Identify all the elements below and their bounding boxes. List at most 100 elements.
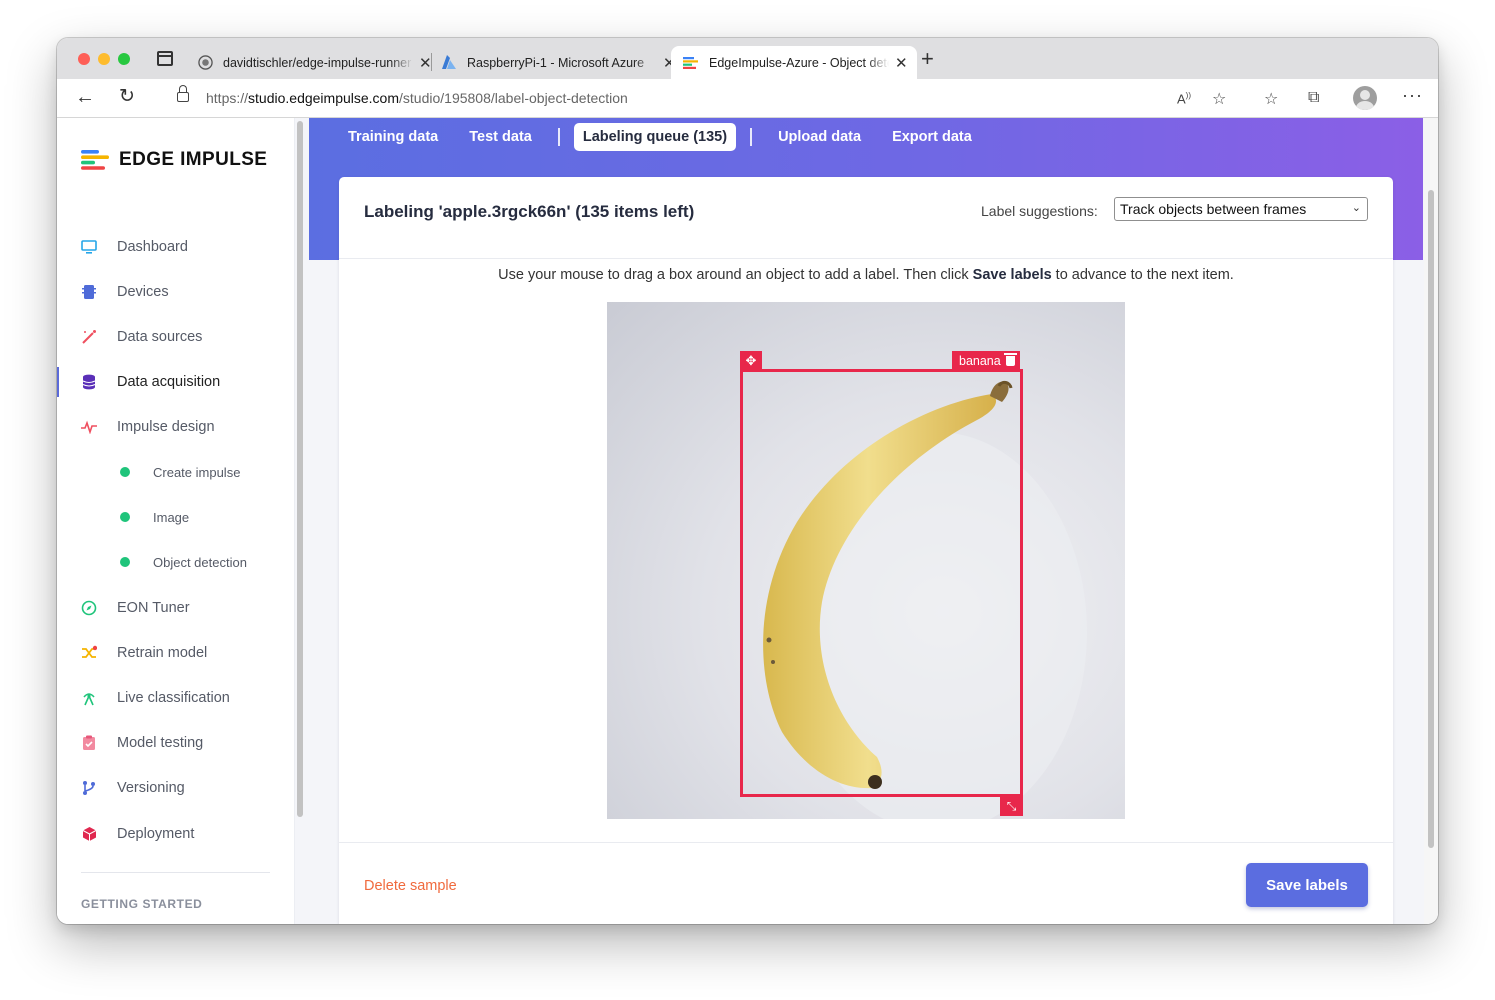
close-tab-icon[interactable]: ✕ xyxy=(419,54,432,72)
sidebar-item-impulse-design[interactable]: Impulse design xyxy=(57,412,295,442)
compass-icon xyxy=(81,600,97,616)
url-prefix: https:// xyxy=(206,90,249,106)
move-icon[interactable]: ✥ xyxy=(740,351,762,371)
tab-actions-icon[interactable] xyxy=(157,51,173,66)
sidebar-item-label: Object detection xyxy=(153,554,247,570)
sidebar-item-label: Data acquisition xyxy=(117,374,221,390)
url-host: studio.edgeimpulse.com xyxy=(248,90,400,106)
logo[interactable]: EDGE IMPULSE xyxy=(81,149,267,171)
tab-github[interactable]: davidtischler/edge-impulse-runner ✕ xyxy=(197,46,432,79)
sidebar-item-label: Devices xyxy=(117,284,169,300)
close-tab-icon[interactable]: ✕ xyxy=(895,54,908,72)
add-favorite-icon[interactable]: ☆ xyxy=(1212,89,1226,109)
sidebar-item-dashboard[interactable]: Dashboard xyxy=(57,232,295,262)
reload-icon[interactable]: ↻ xyxy=(119,87,135,107)
labeling-instruction: Use your mouse to drag a box around an o… xyxy=(339,267,1393,283)
status-dot-icon xyxy=(120,557,130,567)
main-scrollbar[interactable] xyxy=(1424,118,1438,924)
instruction-text-end: to advance to the next item. xyxy=(1051,267,1234,283)
address-bar[interactable]: https://studio.edgeimpulse.com/studio/19… xyxy=(158,82,1244,115)
chip-icon xyxy=(81,284,97,300)
back-arrow-icon[interactable]: ← xyxy=(75,87,95,107)
sidebar-item-eon-tuner[interactable]: EON Tuner xyxy=(57,593,295,623)
sidebar-item-label: Deployment xyxy=(117,826,195,842)
label-suggestions-value: Track objects between frames xyxy=(1120,201,1307,217)
sidebar-item-model-testing[interactable]: Model testing xyxy=(57,728,295,758)
tab-title: davidtischler/edge-impulse-runner xyxy=(223,55,412,70)
pulse-icon xyxy=(81,419,97,435)
tab-edge-impulse[interactable]: EdgeImpulse-Azure - Object detection ✕ xyxy=(671,46,917,79)
instruction-text: Use your mouse to drag a box around an o… xyxy=(498,267,973,283)
label-suggestions-label: Label suggestions: xyxy=(981,203,1098,219)
tab-export-data[interactable]: Export data xyxy=(880,129,984,145)
tab-test-data[interactable]: Test data xyxy=(457,129,544,145)
tab-title: EdgeImpulse-Azure - Object detection xyxy=(709,55,889,70)
git-branch-icon xyxy=(81,780,97,796)
subnav-separator xyxy=(750,128,753,146)
delete-sample-link[interactable]: Delete sample xyxy=(364,878,457,894)
collections-icon[interactable]: ⧉ xyxy=(1308,89,1319,107)
azure-icon xyxy=(441,55,457,71)
browser-window: davidtischler/edge-impulse-runner ✕ Rasp… xyxy=(57,38,1438,924)
logo-text: EDGE IMPULSE xyxy=(119,149,268,170)
sidebar-item-live-classification[interactable]: Live classification xyxy=(57,683,295,713)
trash-icon[interactable] xyxy=(1003,353,1017,366)
sidebar-item-label: Versioning xyxy=(117,780,185,796)
sidebar-scrollbar[interactable] xyxy=(297,121,303,817)
sidebar-item-data-acquisition[interactable]: Data acquisition xyxy=(57,367,295,397)
sidebar-item-versioning[interactable]: Versioning xyxy=(57,773,295,803)
sidebar-item-label: Live classification xyxy=(117,690,230,706)
favorites-icon[interactable]: ☆ xyxy=(1264,89,1278,109)
sidebar-item-label: Image xyxy=(153,509,190,525)
sidebar-item-label: Create impulse xyxy=(153,464,241,480)
sidebar-item-create-impulse[interactable]: Create impulse xyxy=(57,457,295,487)
sidebar-item-devices[interactable]: Devices xyxy=(57,277,295,307)
tab-separator xyxy=(431,53,432,71)
tab-upload-data[interactable]: Upload data xyxy=(766,129,873,145)
tab-strip: davidtischler/edge-impulse-runner ✕ Rasp… xyxy=(57,38,1438,79)
resize-icon[interactable]: ⤡ xyxy=(1000,796,1023,816)
sidebar-item-data-sources[interactable]: Data sources xyxy=(57,322,295,352)
sidebar-item-object-detection[interactable]: Object detection xyxy=(57,547,295,577)
edge-impulse-favicon-icon xyxy=(683,55,699,71)
sidebar-section-heading: GETTING STARTED xyxy=(81,897,203,911)
tab-labeling-queue[interactable]: Labeling queue (135) xyxy=(573,123,737,151)
sidebar: EDGE IMPULSE Dashboard Devices Data sour… xyxy=(57,118,295,924)
subnav-separator xyxy=(557,128,560,146)
sidebar-item-label: Impulse design xyxy=(117,419,215,435)
tab-azure[interactable]: RaspberryPi-1 - Microsoft Azure ✕ xyxy=(441,46,676,79)
edge-impulse-logo-icon xyxy=(81,150,109,170)
more-menu-icon[interactable]: ··· xyxy=(1402,85,1423,106)
browser-toolbar: ← ↻ https://studio.edgeimpulse.com/studi… xyxy=(57,79,1438,118)
zoom-window-button[interactable] xyxy=(118,53,130,65)
read-aloud-icon[interactable]: A)) xyxy=(1177,91,1191,106)
profile-avatar[interactable] xyxy=(1353,86,1377,110)
status-dot-icon xyxy=(120,467,130,477)
card-divider xyxy=(339,842,1393,843)
github-icon xyxy=(197,55,213,71)
url-text[interactable]: https://studio.edgeimpulse.com/studio/19… xyxy=(206,90,628,106)
bounding-box[interactable] xyxy=(740,369,1023,797)
sidebar-item-image[interactable]: Image xyxy=(57,502,295,532)
broadcast-icon xyxy=(81,690,97,706)
sidebar-item-label: Dashboard xyxy=(117,239,188,255)
new-tab-button[interactable]: + xyxy=(921,48,934,70)
tab-training-data[interactable]: Training data xyxy=(336,129,450,145)
database-icon xyxy=(81,374,97,390)
shuffle-icon xyxy=(81,645,97,661)
sidebar-item-label: Data sources xyxy=(117,329,203,345)
subnav-tabs: Training data Test data Labeling queue (… xyxy=(336,118,991,156)
label-suggestions-select[interactable]: Track objects between frames ⌄ xyxy=(1114,197,1368,221)
save-labels-button[interactable]: Save labels xyxy=(1246,863,1368,907)
clipboard-check-icon xyxy=(81,735,97,751)
minimize-window-button[interactable] xyxy=(98,53,110,65)
bounding-box-label[interactable]: banana xyxy=(952,351,1020,371)
status-dot-icon xyxy=(120,512,130,522)
main-area: Training data Test data Labeling queue (… xyxy=(309,118,1438,924)
sidebar-item-retrain-model[interactable]: Retrain model xyxy=(57,638,295,668)
url-path: /studio/195808/label-object-detection xyxy=(399,90,628,106)
sidebar-item-label: Retrain model xyxy=(117,645,208,661)
sidebar-item-deployment[interactable]: Deployment xyxy=(57,819,295,849)
close-window-button[interactable] xyxy=(78,53,90,65)
magic-wand-icon xyxy=(81,329,97,345)
